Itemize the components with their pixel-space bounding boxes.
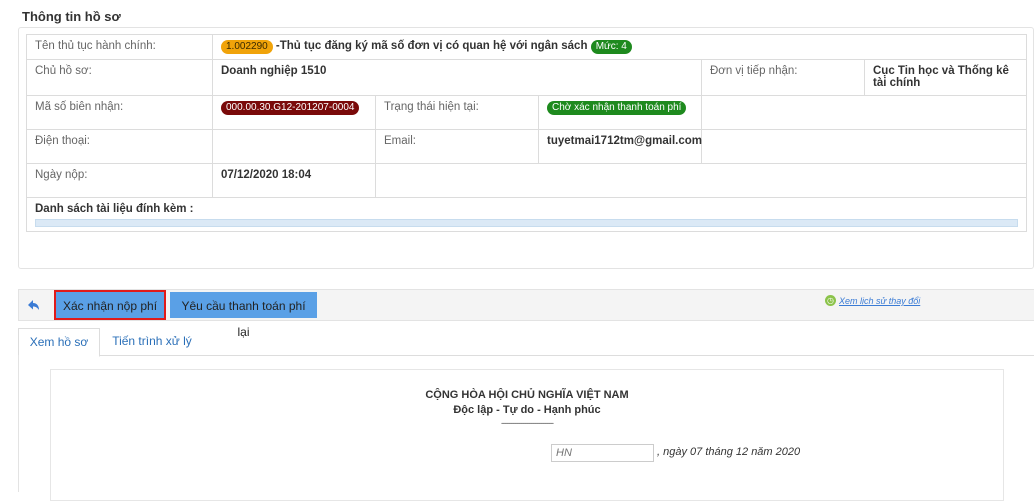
attachments-cell: Danh sách tài liệu đính kèm : <box>25 197 1028 232</box>
receiver-label: Đơn vị tiếp nhận: <box>701 59 865 96</box>
proc-level-badge: Mức: 4 <box>590 40 632 54</box>
proc-label: Tên thủ tục hành chính: <box>26 34 213 60</box>
empty-cell <box>700 129 1028 164</box>
doc-divider: -------------------------- <box>501 418 554 428</box>
place-input[interactable] <box>551 444 654 462</box>
receipt-badge: 000.00.30.G12-201207-0004 <box>221 101 360 115</box>
history-icon: ◷ <box>825 295 836 306</box>
info-panel: Tên thủ tục hành chính: 1.002290 -Thủ tụ… <box>18 27 1034 269</box>
tab-process[interactable]: Tiến trình xử lý <box>102 328 202 355</box>
date-value: 07/12/2020 18:04 <box>212 163 376 198</box>
doc-heading-motto: Độc lập - Tự do - Hạnh phúc <box>453 404 601 416</box>
empty-cell <box>374 163 1028 198</box>
empty-cell <box>700 95 1028 130</box>
view-history-label: Xem lịch sử thay đổi <box>839 296 921 306</box>
status-label: Trạng thái hiện tại: <box>375 95 539 130</box>
tab-view-file[interactable]: Xem hồ sơ <box>18 328 100 357</box>
content-border <box>18 355 19 492</box>
date-label: Ngày nộp: <box>26 163 213 198</box>
status-badge: Chờ xác nhận thanh toán phí <box>547 101 687 115</box>
proc-code-badge: 1.002290 <box>221 40 273 54</box>
attachments-label: Danh sách tài liệu đính kèm : <box>35 203 194 215</box>
back-arrow-icon[interactable] <box>25 297 41 313</box>
owner-value: Doanh nghiệp 1510 <box>212 59 702 96</box>
attachments-list <box>35 219 1019 227</box>
document-preview: CỘNG HÒA HỘI CHỦ NGHĨA VIỆT NAM Độc lập … <box>50 369 1004 501</box>
request-repayment-button[interactable]: Yêu cầu thanh toán phí lại <box>170 292 317 339</box>
owner-label: Chủ hồ sơ: <box>26 59 213 96</box>
view-history-link[interactable]: ◷ Xem lịch sử thay đổi <box>825 295 921 306</box>
phone-label: Điện thoại: <box>26 129 213 164</box>
receipt-cell: 000.00.30.G12-201207-0004 <box>212 95 376 130</box>
tab-bar: Xem hồ sơ Tiến trình xử lý <box>18 328 1034 357</box>
email-label: Email: <box>375 129 539 164</box>
receiver-value: Cục Tin học và Thống kê tài chính <box>863 59 1028 96</box>
proc-name: -Thủ tục đăng ký mã số đơn vị có quan hệ… <box>272 40 591 52</box>
phone-value <box>212 129 376 164</box>
confirm-fee-button[interactable]: Xác nhận nộp phí <box>54 290 166 320</box>
email-value: tuyetmai1712tm@gmail.com <box>538 129 702 164</box>
status-cell: Chờ xác nhận thanh toán phí <box>538 95 702 130</box>
info-table: Tên thủ tục hành chính: 1.002290 -Thủ tụ… <box>25 34 1028 232</box>
action-toolbar: Xác nhận nộp phí Yêu cầu thanh toán phí … <box>18 289 1034 339</box>
proc-cell: 1.002290 -Thủ tục đăng ký mã số đơn vị c… <box>211 34 1028 60</box>
doc-date: , ngày 07 tháng 12 năm 2020 <box>657 446 801 458</box>
section-title: Thông tin hồ sơ <box>22 9 121 24</box>
receipt-label: Mã số biên nhận: <box>26 95 213 130</box>
doc-heading-national: CỘNG HÒA HỘI CHỦ NGHĨA VIỆT NAM <box>425 389 629 401</box>
